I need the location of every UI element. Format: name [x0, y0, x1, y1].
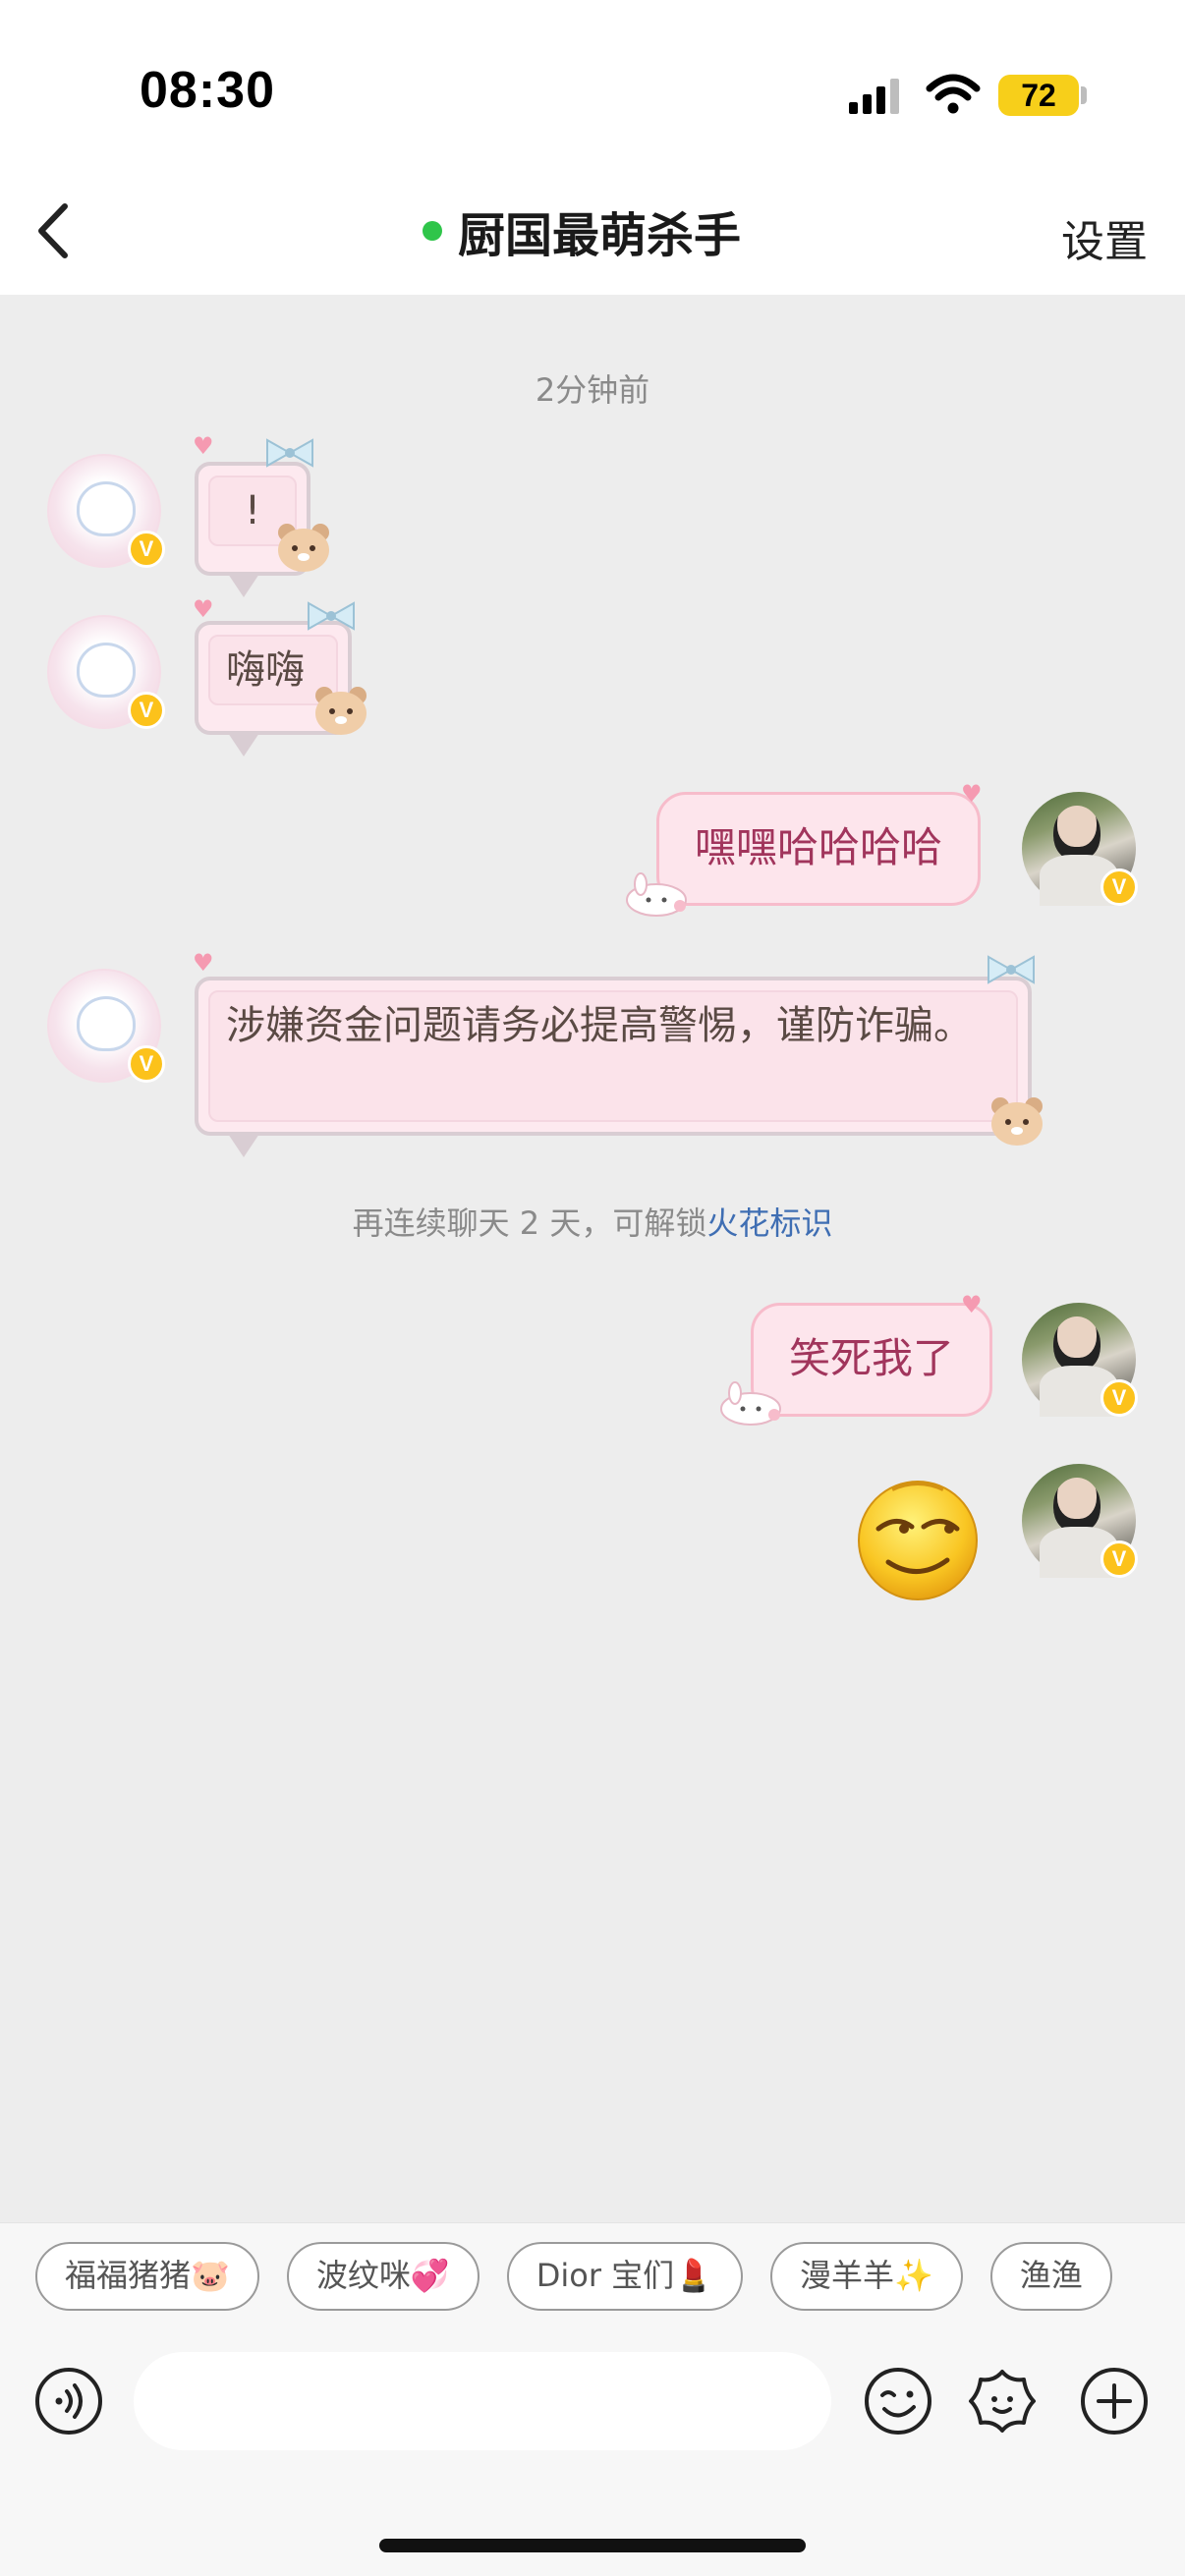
quick-reply-bar: 福福猪猪🐷 波纹咪💞 Dior 宝们💄 漫羊羊✨ 渔渔 — [35, 2242, 1185, 2311]
voice-input-icon[interactable] — [33, 2366, 104, 2436]
bunny-sticker-icon — [626, 872, 687, 917]
composer-row — [0, 2348, 1185, 2456]
outgoing-message-bubble[interactable]: 笑死我了 — [751, 1303, 993, 1417]
heart-decoration-icon: ♥ — [193, 432, 214, 460]
bear-sticker-icon — [991, 1097, 1043, 1146]
avatar-character — [77, 643, 136, 698]
bear-sticker-icon — [315, 687, 367, 735]
chat-title-text: 厨国最萌杀手 — [458, 208, 742, 263]
verified-badge: V — [1100, 1379, 1138, 1417]
avatar-character — [77, 996, 136, 1051]
bow-decoration-icon — [988, 955, 1035, 984]
bow-decoration-icon — [266, 438, 313, 468]
avatar-portrait — [1053, 1478, 1100, 1533]
quick-reply-chip[interactable]: 波纹咪💞 — [286, 2242, 480, 2311]
emoji-icon[interactable] — [863, 2366, 933, 2436]
verified-badge: V — [128, 692, 165, 729]
verified-badge: V — [128, 1045, 165, 1083]
battery-level: 72 — [998, 75, 1079, 116]
message-text: 嘿嘿哈哈哈哈 — [695, 823, 943, 871]
battery-cap — [1081, 86, 1087, 104]
streak-hint: 再连续聊天 2 天，可解锁火花标识 — [0, 1199, 1185, 1244]
streak-hint-text: 再连续聊天 2 天，可解锁 — [352, 1204, 707, 1242]
my-avatar[interactable]: V — [1022, 792, 1138, 906]
heart-decoration-icon: ♥ — [193, 595, 214, 623]
heart-decoration-icon: ♥ — [961, 1291, 983, 1318]
heart-decoration-icon: ♥ — [193, 949, 214, 977]
friend-avatar[interactable]: V — [47, 969, 165, 1083]
verified-badge: V — [1100, 868, 1138, 906]
back-arrow-icon[interactable] — [29, 196, 79, 265]
avatar-character — [77, 481, 136, 536]
outgoing-message-bubble[interactable]: 嘿嘿哈哈哈哈 — [656, 792, 982, 906]
avatar-portrait — [1053, 806, 1100, 861]
online-status-dot — [423, 221, 442, 241]
cellular-signal-icon — [849, 79, 899, 114]
avatar-portrait — [1053, 1316, 1100, 1372]
quick-reply-chip[interactable]: Dior 宝们💄 — [506, 2242, 744, 2311]
message-text: 涉嫌资金问题请务必提高警惕，谨防诈骗。 — [208, 990, 1018, 1122]
bow-decoration-icon — [308, 601, 355, 631]
message-text: 笑死我了 — [789, 1334, 955, 1382]
settings-button[interactable]: 设置 — [1061, 206, 1148, 269]
my-avatar[interactable]: V — [1022, 1303, 1138, 1417]
add-icon[interactable] — [1079, 2366, 1150, 2436]
bunny-sticker-icon — [720, 1381, 781, 1426]
verified-badge: V — [128, 531, 165, 568]
sticker-icon[interactable] — [967, 2366, 1038, 2436]
home-indicator — [379, 2539, 806, 2552]
bear-sticker-icon — [278, 524, 329, 572]
smirk-face-icon[interactable] — [853, 1472, 983, 1601]
quick-reply-chip[interactable]: 福福猪猪🐷 — [35, 2242, 259, 2311]
status-time: 08:30 — [140, 62, 275, 119]
quick-reply-chip[interactable]: 渔渔 — [989, 2242, 1112, 2311]
incoming-message-bubble[interactable]: 涉嫌资金问题请务必提高警惕，谨防诈骗。 — [195, 977, 1032, 1157]
wifi-icon — [926, 74, 981, 114]
quick-reply-chip[interactable]: 漫羊羊✨ — [770, 2242, 963, 2311]
my-avatar[interactable]: V — [1022, 1464, 1138, 1578]
spark-badge-link[interactable]: 火花标识 — [706, 1204, 832, 1242]
friend-avatar[interactable]: V — [47, 454, 165, 568]
message-input[interactable] — [134, 2352, 831, 2450]
verified-badge: V — [1100, 1540, 1138, 1578]
message-timestamp: 2分钟前 — [535, 371, 650, 409]
chat-title[interactable]: 厨国最萌杀手 — [423, 196, 741, 265]
friend-avatar[interactable]: V — [47, 615, 165, 729]
heart-decoration-icon: ♥ — [961, 780, 983, 808]
